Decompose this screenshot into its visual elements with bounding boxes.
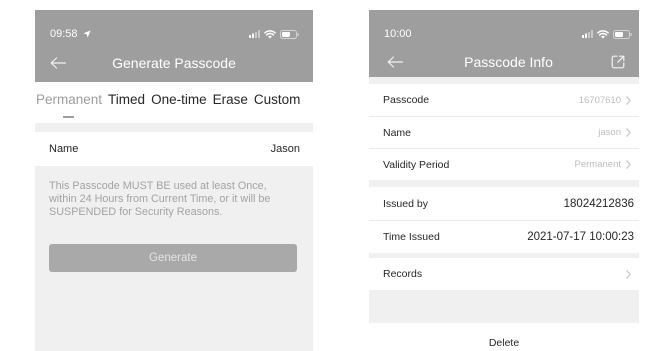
top-bar: 10:00 Passcode Info (369, 10, 639, 77)
wifi-icon (597, 29, 609, 39)
status-time: 10:00 (384, 28, 412, 40)
issuance-group: Issued by 18024212836 Time Issued 2021-0… (369, 187, 639, 253)
tab-label: Erase (212, 92, 248, 107)
passcode-details-group: Passcode 16707610 Name jason Validity Pe… (369, 84, 639, 180)
records-group: Records (369, 258, 639, 290)
name-value: jason (598, 127, 621, 138)
battery-icon (280, 29, 299, 39)
status-time: 09:58 (50, 28, 78, 40)
page-title: Passcode Info (464, 54, 553, 70)
passcode-value: 16707610 (578, 94, 621, 106)
generate-button-label: Generate (149, 252, 197, 264)
issued-by-value: 18024212836 (563, 197, 634, 210)
records-row[interactable]: Records (369, 258, 639, 290)
row-label: Records (383, 268, 423, 280)
row-value-wrap: Permanent (575, 159, 631, 170)
notice-text: This Passcode MUST BE used at least Once… (49, 180, 270, 219)
chevron-right-icon (626, 128, 631, 137)
page-title: Generate Passcode (112, 55, 236, 71)
row-label: Issued by (383, 197, 428, 210)
generate-button[interactable]: Generate (49, 244, 297, 272)
name-field[interactable]: Name Jason (35, 132, 313, 166)
tab-permanent[interactable]: Permanent (36, 82, 102, 118)
status-icons (582, 29, 632, 39)
time-issued-value: 2021-07-17 10:00:23 (527, 231, 634, 243)
delete-button[interactable]: Delete (369, 323, 639, 351)
page: { "colors": { "header_bg": "#9e9e9e", "p… (0, 0, 649, 351)
nav-bar: Generate Passcode (35, 48, 313, 78)
nav-bar: Passcode Info (369, 47, 639, 77)
row-value-wrap: jason (598, 127, 631, 138)
name-field-label: Name (49, 143, 79, 155)
row-value-wrap: 16707610 (579, 95, 631, 106)
back-arrow-icon[interactable] (50, 57, 66, 69)
generate-passcode-screen: 09:58 Generate Passcode Permanent Timed … (35, 10, 313, 351)
tab-label: One-time (151, 92, 207, 107)
row-label: Validity Period (383, 158, 450, 171)
chevron-right-icon (626, 269, 631, 279)
location-arrow-icon (83, 30, 91, 38)
status-bar: 10:00 (369, 24, 639, 44)
issued-by-row: Issued by 18024212836 (369, 187, 639, 220)
active-tab-indicator (63, 116, 75, 118)
top-bar: 09:58 Generate Passcode (35, 10, 313, 82)
delete-button-label: Delete (488, 337, 520, 349)
back-arrow-icon[interactable] (387, 56, 403, 68)
passcode-type-tabs: Permanent Timed One-time Erase Custom (35, 82, 313, 123)
tab-erase[interactable]: Erase (213, 82, 248, 118)
share-icon[interactable] (611, 55, 625, 69)
notice-line: SUSPENDED for Security Reasons. (49, 206, 223, 218)
row-label: Passcode (383, 94, 430, 106)
row-label: Name (383, 126, 412, 139)
tab-one-time[interactable]: One-time (151, 82, 207, 118)
passcode-row[interactable]: Passcode 16707610 (369, 84, 639, 116)
signal-icon (582, 30, 593, 38)
name-field-value: Jason (270, 143, 300, 155)
tab-custom[interactable]: Custom (254, 82, 301, 118)
battery-icon (613, 29, 632, 39)
tab-label: Permanent (36, 92, 103, 107)
validity-period-row[interactable]: Validity Period Permanent (369, 148, 639, 180)
status-icons (249, 29, 299, 39)
name-row[interactable]: Name jason (369, 116, 639, 148)
tab-label: Custom (253, 92, 301, 107)
status-bar: 09:58 (35, 24, 313, 44)
wifi-icon (264, 29, 276, 39)
validity-period-value: Permanent (574, 159, 621, 170)
signal-icon (249, 30, 260, 38)
passcode-info-screen: 10:00 Passcode Info Passcode 16707610 Na… (369, 10, 639, 351)
time-issued-row: Time Issued 2021-07-17 10:00:23 (369, 220, 639, 253)
notice-line: This Passcode MUST BE used at least Once… (49, 180, 267, 192)
tab-label: Timed (108, 92, 146, 107)
notice-line: within 24 Hours from Current Time, or it… (49, 193, 271, 205)
row-label: Time Issued (383, 231, 440, 243)
chevron-right-icon (626, 95, 631, 105)
tab-timed[interactable]: Timed (108, 82, 145, 118)
chevron-right-icon (626, 160, 631, 169)
